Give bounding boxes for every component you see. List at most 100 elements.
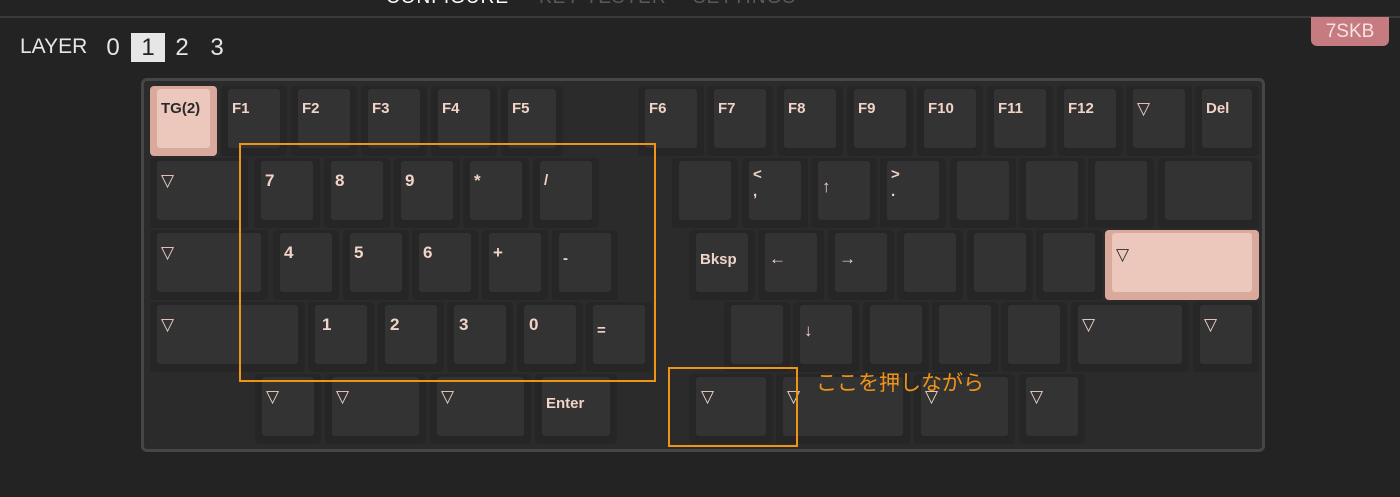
key-label: ▽ — [266, 387, 280, 406]
key-transparent[interactable]: ▽ — [430, 374, 531, 444]
tab-settings[interactable]: SETTINGS — [693, 0, 796, 9]
key-blank[interactable] — [950, 158, 1016, 228]
key-num3[interactable]: 3 — [447, 302, 513, 372]
key-transparent[interactable]: ▽ — [150, 302, 305, 372]
layer-0-button[interactable]: 0 — [96, 33, 130, 62]
layer-2-button[interactable]: 2 — [165, 33, 199, 62]
key-num4[interactable]: 4 — [273, 230, 339, 300]
key-blank[interactable] — [1019, 158, 1085, 228]
key-transparent[interactable]: ▽ — [1071, 302, 1189, 372]
key-f9[interactable]: F9 — [847, 86, 913, 156]
tab-configure[interactable]: CONFIGURE — [386, 0, 509, 9]
key-label: Del — [1206, 100, 1230, 117]
key-equal[interactable]: = — [586, 302, 652, 372]
key-transparent[interactable]: ▽ — [1193, 302, 1259, 372]
key-transparent[interactable]: ▽ — [1126, 86, 1192, 156]
key-label: 6 — [423, 243, 433, 262]
key-f1[interactable]: F1 — [221, 86, 287, 156]
key-del[interactable]: Del — [1195, 86, 1259, 156]
key-label: / — [544, 172, 549, 189]
key-num0[interactable]: 0 — [517, 302, 583, 372]
key-blank[interactable] — [1001, 302, 1067, 372]
key-transparent[interactable]: ▽ — [325, 374, 426, 444]
key-blank[interactable] — [863, 302, 929, 372]
key-label: F10 — [928, 100, 954, 117]
key-blank[interactable] — [1158, 158, 1259, 228]
key-transparent[interactable]: ▽ — [689, 374, 773, 444]
key-f6[interactable]: F6 — [638, 86, 704, 156]
key-transparent[interactable]: ▽ — [150, 230, 268, 300]
key-tg2[interactable]: TG(2) — [150, 86, 217, 156]
key-label: > . — [891, 166, 900, 200]
layer-3-button[interactable]: 3 — [200, 33, 234, 62]
keyboard-name-badge: 7SKB — [1311, 17, 1389, 46]
key-blank[interactable] — [1036, 230, 1102, 300]
key-num2[interactable]: 2 — [378, 302, 444, 372]
key-label: F11 — [998, 100, 1024, 117]
key-blank[interactable] — [1088, 158, 1154, 228]
key-num9[interactable]: 9 — [394, 158, 460, 228]
key-label: 5 — [354, 243, 364, 262]
key-f8[interactable]: F8 — [777, 86, 843, 156]
key-label: 9 — [405, 171, 415, 190]
key-blank[interactable] — [932, 302, 998, 372]
key-enter-transparent[interactable]: ▽ — [1105, 230, 1259, 300]
key-slash[interactable]: / — [533, 158, 599, 228]
key-f5[interactable]: F5 — [501, 86, 563, 156]
key-right-arrow[interactable]: → — [828, 230, 894, 300]
key-label: ▽ — [1082, 315, 1096, 334]
key-backspace[interactable]: Bksp — [689, 230, 755, 300]
key-label: ▽ — [787, 387, 801, 406]
key-transparent[interactable]: ▽ — [1019, 374, 1085, 444]
tab-key-tester[interactable]: KEY TESTER — [539, 0, 667, 9]
key-label: TG(2) — [161, 100, 201, 117]
key-label: ▽ — [161, 243, 175, 262]
key-lt-comma[interactable]: < , — [742, 158, 808, 228]
key-blank[interactable] — [967, 230, 1033, 300]
key-f12[interactable]: F12 — [1057, 86, 1123, 156]
layer-label: LAYER — [20, 35, 88, 58]
key-down-arrow[interactable]: ↓ — [793, 302, 859, 372]
key-num6[interactable]: 6 — [412, 230, 478, 300]
key-label: F5 — [512, 100, 530, 117]
key-f4[interactable]: F4 — [431, 86, 497, 156]
key-blank[interactable] — [672, 158, 738, 228]
key-transparent[interactable]: ▽ — [150, 158, 248, 228]
key-f11[interactable]: F11 — [987, 86, 1053, 156]
key-up-arrow[interactable]: ↑ — [811, 158, 877, 228]
key-blank[interactable] — [897, 230, 963, 300]
key-label: F9 — [858, 100, 876, 117]
key-label: ↑ — [822, 177, 831, 196]
key-plus[interactable]: + — [482, 230, 548, 300]
key-label: Bksp — [700, 251, 737, 268]
key-label: ← — [769, 249, 786, 268]
key-f7[interactable]: F7 — [707, 86, 773, 156]
key-f10[interactable]: F10 — [917, 86, 983, 156]
key-label: 2 — [390, 315, 400, 334]
key-asterisk[interactable]: * — [463, 158, 529, 228]
key-num8[interactable]: 8 — [324, 158, 390, 228]
key-label: F12 — [1068, 100, 1094, 117]
key-gt-period[interactable]: > . — [880, 158, 946, 228]
key-blank[interactable] — [724, 302, 790, 372]
key-label: ▽ — [701, 387, 715, 406]
key-label: ▽ — [1116, 245, 1130, 264]
key-label: ▽ — [161, 315, 175, 334]
key-num1[interactable]: 1 — [308, 302, 374, 372]
key-label: F4 — [442, 100, 460, 117]
key-label: 4 — [284, 243, 294, 262]
key-num7[interactable]: 7 — [254, 158, 320, 228]
key-enter[interactable]: Enter — [535, 374, 617, 444]
key-label: F8 — [788, 100, 806, 117]
key-label: ▽ — [441, 387, 455, 406]
key-label: F6 — [649, 100, 667, 117]
key-f3[interactable]: F3 — [361, 86, 427, 156]
key-num5[interactable]: 5 — [343, 230, 409, 300]
key-f2[interactable]: F2 — [291, 86, 357, 156]
key-transparent[interactable]: ▽ — [255, 374, 321, 444]
layer-1-button[interactable]: 1 — [131, 33, 165, 62]
key-left-arrow[interactable]: ← — [758, 230, 824, 300]
key-label: - — [563, 250, 568, 267]
key-minus[interactable]: - — [552, 230, 618, 300]
key-label: F3 — [372, 100, 390, 117]
